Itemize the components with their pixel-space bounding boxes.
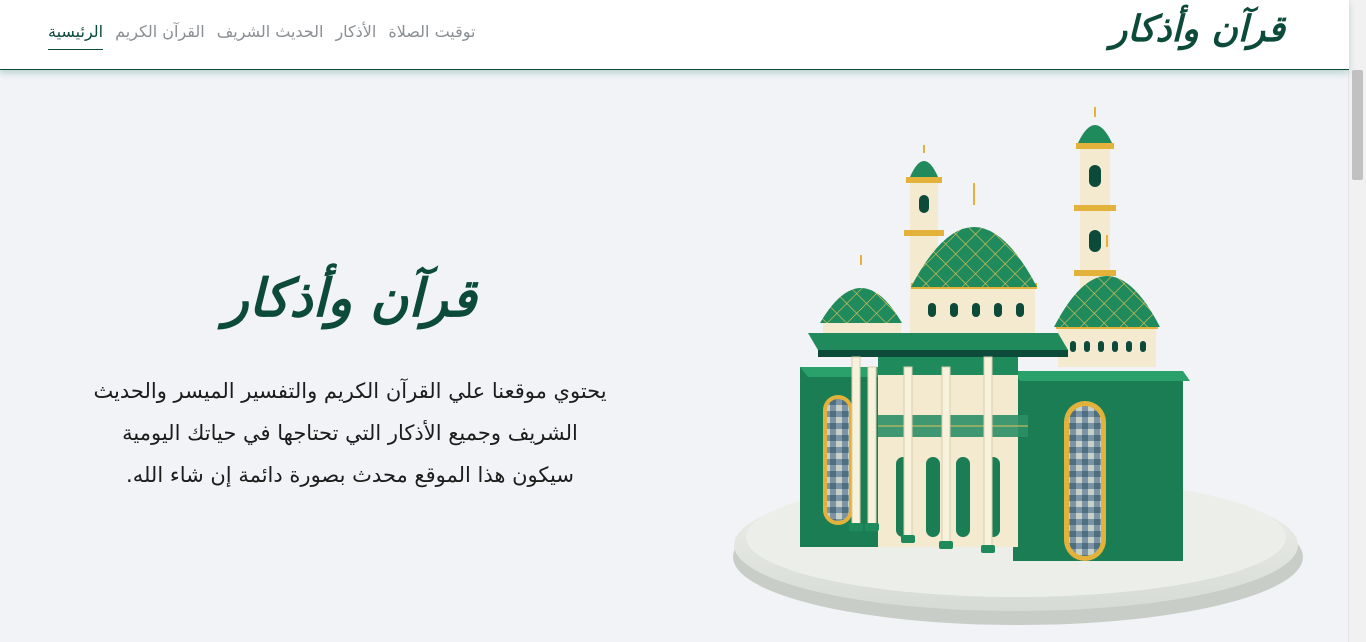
nav-item-adhkar[interactable]: الأذكار <box>335 22 376 50</box>
brand-logo[interactable]: قرآن وأذكار <box>1110 8 1285 50</box>
page-scrollbar[interactable] <box>1348 0 1366 642</box>
nav-item-quran[interactable]: القرآن الكريم <box>115 22 205 50</box>
main-nav: الرئيسية القرآن الكريم الحديث الشريف الأ… <box>48 22 476 50</box>
hero-description: يحتوي موقعنا علي القرآن الكريم والتفسير … <box>60 370 640 496</box>
hero-line: الشريف وجميع الأذكار التي تحتاجها في حيا… <box>122 421 578 445</box>
navbar: قرآن وأذكار الرئيسية القرآن الكريم الحدي… <box>0 0 1349 70</box>
nav-item-hadith[interactable]: الحديث الشريف <box>217 22 324 50</box>
nav-item-prayer-times[interactable]: توقيت الصلاة <box>388 22 475 50</box>
scrollbar-thumb[interactable] <box>1352 70 1363 180</box>
mosque-illustration <box>733 107 1303 625</box>
hero-line: سيكون هذا الموقع محدث بصورة دائمة إن شاء… <box>126 463 574 487</box>
hero-title: قرآن وأذكار <box>223 268 477 329</box>
nav-item-home[interactable]: الرئيسية <box>48 22 104 50</box>
hero-line: يحتوي موقعنا علي القرآن الكريم والتفسير … <box>93 379 607 403</box>
